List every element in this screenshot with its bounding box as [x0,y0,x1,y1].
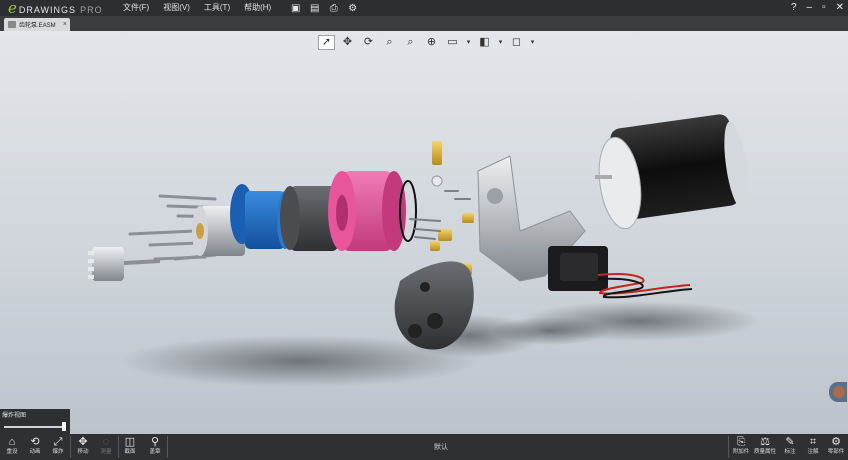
toolbar-divider [167,436,168,458]
configuration-status: 默认 [434,444,448,451]
user-avatar[interactable] [829,382,847,402]
logo-word: DRAWINGS [18,5,77,15]
settings-icon[interactable]: ⚙ [347,3,358,14]
close-button[interactable]: ✕ [836,0,844,16]
bottom-toolbar: ⌂ 重设 ⟲ 动画 ⤢ 爆炸 ✥ 移动 ◌ 测量 ◫ 截面 ⚲ 盖章 默认 ⎘ 附加件 ⚖ 质量属… [0,434,848,460]
logo-e: e [8,0,17,17]
small-hardware [409,190,471,240]
print-icon[interactable]: ⎙ [328,3,339,14]
servo-unit [548,246,693,299]
tab-close-icon[interactable]: × [63,21,67,28]
minimize-button[interactable]: – [807,0,813,16]
mass-properties-button[interactable]: ⚖ 质量属性 [753,434,777,460]
components-button[interactable]: ⚙ 零部件 [824,434,848,460]
markup-button[interactable]: ✎ 标注 [778,434,802,460]
tab-bar: 齿轮泵.EASM × [0,16,848,31]
model-viewport[interactable]: ➚ ✥ ⟳ ⌕ ⌕ ⊕ ▭ ▾ ◧ ▾ ◻ ▾ [0,31,848,434]
paperclip-icon: ⎘ [736,436,746,448]
notes-button[interactable]: ⌗ 注解 [801,434,825,460]
pencil-icon: ✎ [785,436,795,448]
dc-motor [595,114,748,230]
gear-part [88,247,161,281]
menu-view[interactable]: 视图(V) [156,0,197,16]
panel-label: 爆炸视图 [2,413,27,419]
scale-icon: ⚖ [760,436,770,448]
stamp-button[interactable]: ⚲ 盖章 [143,434,167,460]
explode-view-panel: 爆炸视图 [0,409,70,434]
explode-button[interactable]: ⤢ 爆炸 [46,434,70,460]
stamp-icon: ⚲ [150,436,160,448]
tab-label: 齿轮泵.EASM [19,23,56,29]
explode-icon: ⤢ [53,436,63,448]
section-button[interactable]: ◫ 截面 [118,434,142,460]
explode-slider-thumb[interactable] [62,422,66,431]
menu-help[interactable]: 帮助(H) [237,0,278,16]
move-button[interactable]: ✥ 移动 [71,434,95,460]
attachments-button[interactable]: ⎘ 附加件 [729,434,753,460]
animate-button[interactable]: ⟲ 动画 [23,434,47,460]
assembly-file-icon [8,21,16,28]
measure-icon: ◌ [102,436,110,448]
brass-fittings [430,141,474,275]
components-icon: ⚙ [831,436,841,448]
measure-button[interactable]: ◌ 测量 [94,434,118,460]
menu-tools[interactable]: 工具(T) [197,0,237,16]
animate-icon: ⟲ [30,436,40,448]
notes-icon: ⌗ [809,436,817,448]
open-icon[interactable]: ▣ [290,3,301,14]
explode-slider-track[interactable] [4,426,66,428]
home-button[interactable]: ⌂ 重设 [0,434,24,460]
move-icon: ✥ [78,436,88,448]
logo-edition: PRO [80,5,103,15]
section-view-icon: ◫ [124,436,136,448]
help-button[interactable]: ? [791,0,797,16]
menu-file[interactable]: 文件(F) [116,0,156,16]
exploded-assembly-model[interactable] [0,31,848,434]
title-bar: e DRAWINGS PRO 文件(F) 视图(V) 工具(T) 帮助(H) ▣… [0,0,848,16]
pink-stator [328,171,406,251]
save-icon[interactable]: ▤ [309,3,320,14]
app-logo: e DRAWINGS PRO [0,0,116,17]
restore-button[interactable]: ▫ [822,0,826,16]
document-tab[interactable]: 齿轮泵.EASM × [4,18,70,31]
home-icon: ⌂ [8,436,16,448]
menu-bar: 文件(F) 视图(V) 工具(T) 帮助(H) [116,0,278,16]
